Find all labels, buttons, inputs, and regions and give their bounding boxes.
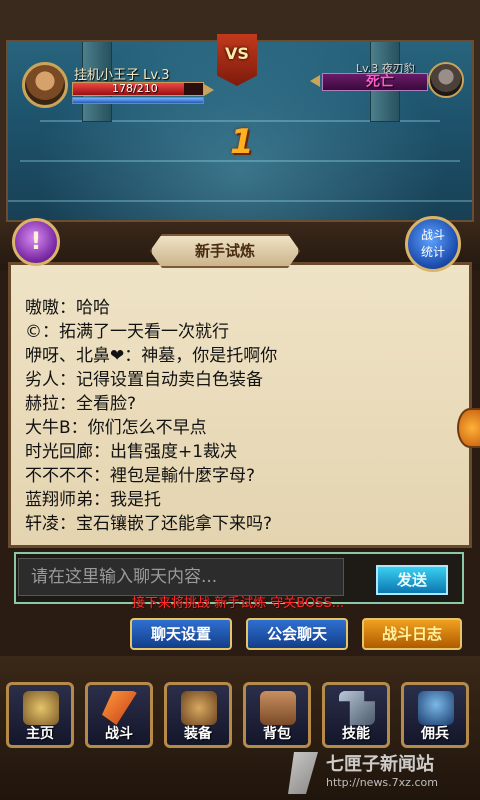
chat-message: 时光回廊：出售强度+1裁决 bbox=[25, 442, 238, 462]
watermark-title: 七匣子新闻站 bbox=[326, 754, 434, 775]
quest-button[interactable]: ! bbox=[12, 218, 60, 266]
nav-backpack[interactable]: 背包 bbox=[243, 682, 311, 748]
send-button[interactable]: 发送 bbox=[376, 565, 448, 595]
watermark: 七匣子新闻站 http://news.7xz.com bbox=[282, 748, 480, 800]
hammer-icon bbox=[339, 691, 375, 725]
chat-message: 轩凌：宝石镶嵌了还能拿下来吗? bbox=[25, 514, 273, 534]
nav-skills[interactable]: 技能 bbox=[322, 682, 390, 748]
boss-notice: 接下来将挑战 新手试炼 守关BOSS... bbox=[132, 596, 345, 611]
chat-message: 赫拉：全看脸? bbox=[25, 394, 137, 414]
nav-label: 战斗 bbox=[105, 726, 133, 742]
chat-input[interactable] bbox=[18, 558, 344, 596]
chat-message: 嗷嗷：哈哈 bbox=[25, 298, 110, 318]
nav-label: 装备 bbox=[184, 726, 212, 742]
player-mp-bar bbox=[72, 97, 204, 104]
axe-icon bbox=[102, 691, 138, 725]
nav-equipment[interactable]: 装备 bbox=[164, 682, 232, 748]
nav-label: 佣兵 bbox=[421, 726, 449, 742]
nav-battle[interactable]: 战斗 bbox=[85, 682, 153, 748]
chat-message: 大牛B：你们怎么不早点 bbox=[25, 418, 207, 438]
chat-message: 咿呀、北鼻❤：神墓，你是托啊你 bbox=[25, 346, 278, 366]
battle-stats-button[interactable]: 战斗 统计 bbox=[405, 216, 461, 272]
vs-banner: VS bbox=[217, 34, 257, 86]
arrow-decoration-icon bbox=[204, 84, 214, 96]
player-mp-fill bbox=[73, 98, 203, 103]
nav-label: 背包 bbox=[263, 726, 291, 742]
damage-number: 1 bbox=[230, 122, 254, 162]
enemy-avatar[interactable] bbox=[428, 62, 464, 98]
battle-log-button[interactable]: 战斗日志 bbox=[362, 618, 462, 650]
chat-message: 不不不不：裡包是輸什麼字母? bbox=[25, 466, 256, 486]
chat-message: ©：拓满了一天看一次就行 bbox=[25, 322, 229, 342]
side-pet-icon[interactable] bbox=[457, 408, 480, 448]
watermark-url: http://news.7xz.com bbox=[326, 776, 438, 789]
player-avatar[interactable] bbox=[22, 62, 68, 108]
armor-icon bbox=[181, 691, 217, 725]
player-name: 挂机小王子 Lv.3 bbox=[74, 68, 170, 83]
nav-label: 技能 bbox=[342, 726, 370, 742]
player-hp-text: 178/210 bbox=[112, 82, 158, 95]
nav-mercenary[interactable]: 佣兵 bbox=[401, 682, 469, 748]
chat-log[interactable]: 嗷嗷：哈哈 ©：拓满了一天看一次就行 咿呀、北鼻❤：神墓，你是托啊你 劣人：记得… bbox=[8, 262, 472, 548]
backpack-icon bbox=[260, 691, 296, 725]
nav-label: 主页 bbox=[26, 726, 54, 742]
battle-stats-label-line1: 战斗 bbox=[420, 228, 445, 242]
panel-title: 新手试炼 bbox=[150, 234, 300, 268]
chat-message: 蓝翔师弟：我是托 bbox=[25, 490, 161, 510]
watermark-logo-icon bbox=[288, 752, 318, 794]
nav-home[interactable]: 主页 bbox=[6, 682, 74, 748]
guild-chat-button[interactable]: 公会聊天 bbox=[246, 618, 348, 650]
arrow-decoration-icon bbox=[310, 75, 320, 87]
chat-message: 劣人：记得设置自动卖白色装备 bbox=[25, 370, 263, 390]
exclamation-icon: ! bbox=[30, 227, 42, 255]
helmet-icon bbox=[418, 691, 454, 725]
enemy-status: 死亡 bbox=[366, 74, 394, 90]
shield-icon bbox=[23, 691, 59, 725]
battle-stats-label-line2: 统计 bbox=[420, 245, 445, 259]
chat-settings-button[interactable]: 聊天设置 bbox=[130, 618, 232, 650]
